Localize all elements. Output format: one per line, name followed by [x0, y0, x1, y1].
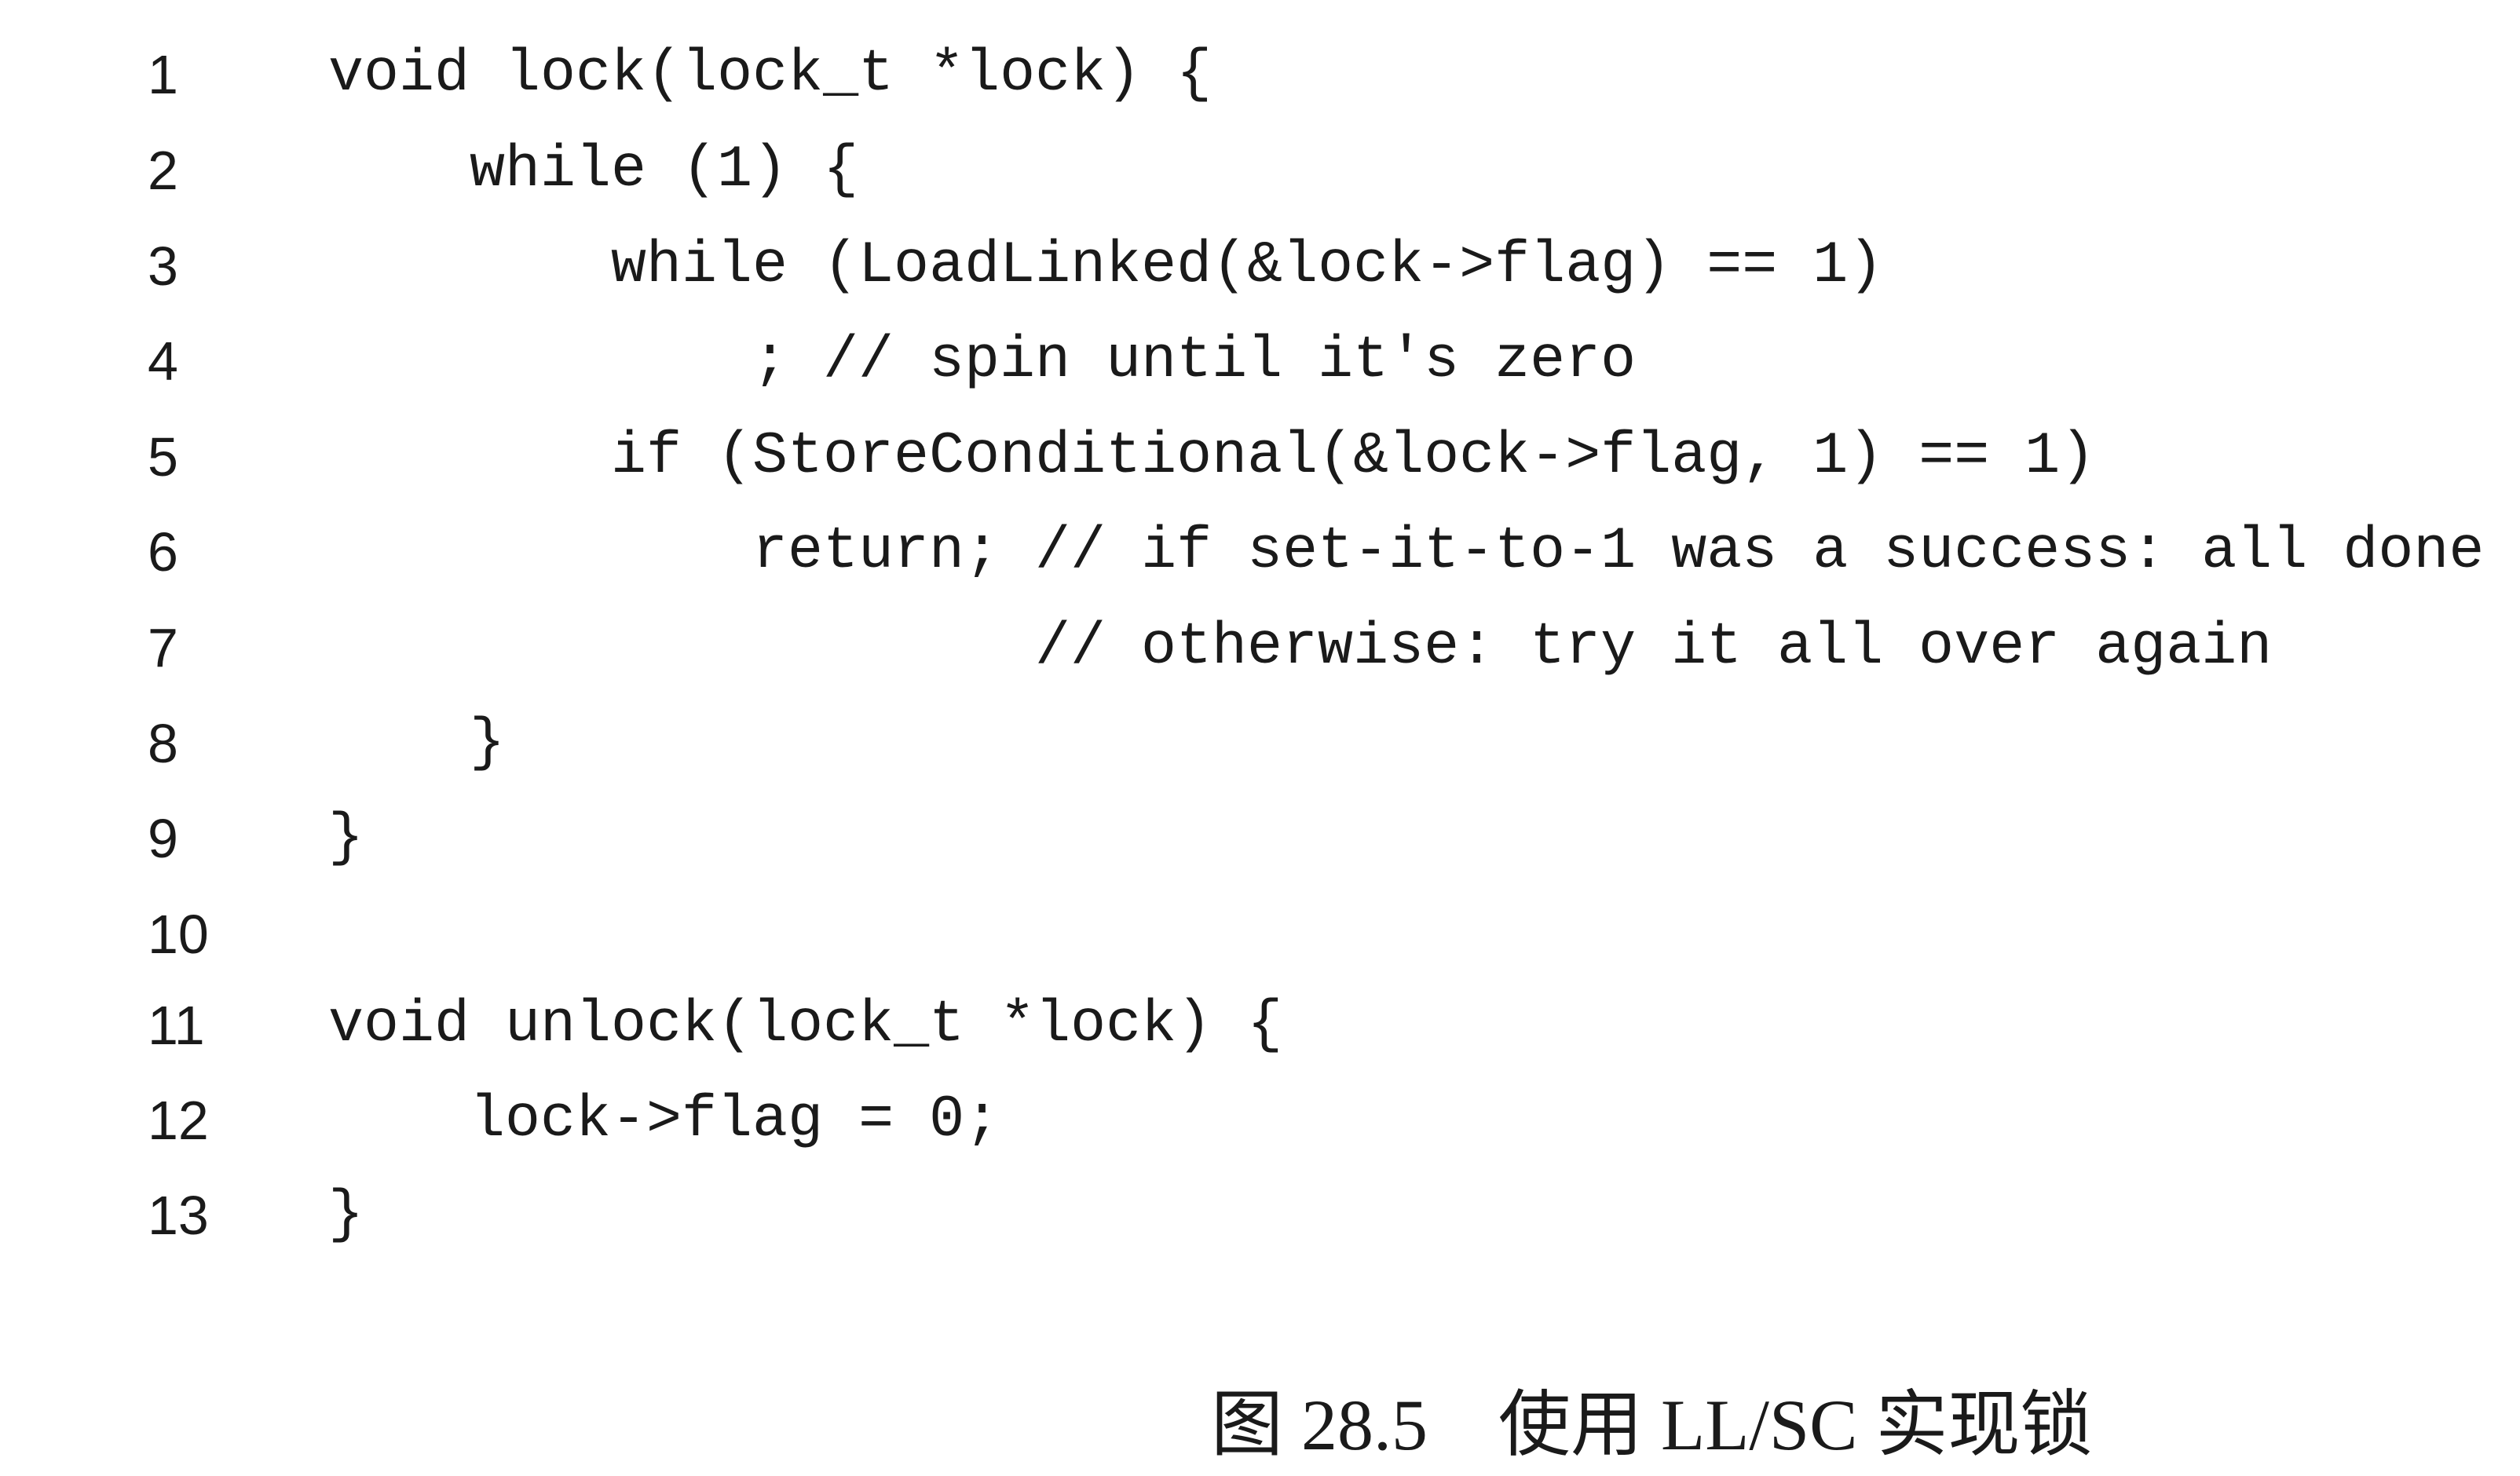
- line-code: }: [328, 805, 364, 871]
- figure-caption: 图 28.5 使用 LL/SC 实现锁: [1175, 1272, 2093, 1465]
- line-number: 2: [148, 140, 178, 201]
- line-code: lock->flag = 0;: [470, 1087, 1000, 1153]
- code-line: 10: [0, 891, 2520, 977]
- line-code: }: [470, 710, 506, 776]
- code-line: 13 }: [0, 1172, 2520, 1259]
- code-line: 11 void unlock(lock_t *lock) {: [0, 982, 2520, 1069]
- line-number: 3: [148, 236, 178, 297]
- figure-title: 使用 LL/SC 实现锁: [1498, 1385, 2093, 1465]
- code-line: 6 return; // if set-it-to-1 was a succes…: [0, 509, 2520, 595]
- code-line: 9 }: [0, 795, 2520, 882]
- line-number: 11: [148, 995, 205, 1056]
- line-code: ; // spin until it's zero: [752, 327, 1637, 394]
- line-code: // otherwise: try it all over again: [1035, 614, 2273, 681]
- line-code: while (LoadLinked(&lock->flag) == 1): [611, 232, 1884, 299]
- line-number: 5: [148, 426, 178, 488]
- line-code: void unlock(lock_t *lock) {: [328, 992, 1283, 1058]
- line-number: 7: [148, 617, 178, 678]
- figure-label: 图 28.5: [1211, 1385, 1428, 1465]
- code-line: 1 void lock(lock_t *lock) {: [0, 31, 2520, 118]
- code-line: 2 while (1) {: [0, 127, 2520, 214]
- line-number: 6: [148, 521, 178, 583]
- line-number: 12: [148, 1090, 209, 1151]
- line-code: if (StoreConditional(&lock->flag, 1) == …: [611, 423, 2096, 490]
- code-line: 3 while (LoadLinked(&lock->flag) == 1): [0, 223, 2520, 309]
- code-line: 8 }: [0, 700, 2520, 787]
- line-code: void lock(lock_t *lock) {: [328, 41, 1212, 108]
- code-line: 5 if (StoreConditional(&lock->flag, 1) =…: [0, 414, 2520, 500]
- line-number: 10: [148, 904, 209, 965]
- line-code: while (1) {: [470, 137, 859, 203]
- line-code: return; // if set-it-to-1 was a success:…: [752, 518, 2485, 585]
- line-number: 8: [148, 713, 178, 774]
- line-number: 13: [148, 1185, 209, 1246]
- line-code: }: [328, 1182, 364, 1248]
- line-number: 1: [148, 44, 178, 105]
- line-number: 4: [148, 331, 178, 392]
- code-listing: 1 void lock(lock_t *lock) { 2 while (1) …: [0, 0, 2520, 1256]
- code-line: 4 ; // spin until it's zero: [0, 318, 2520, 404]
- line-number: 9: [148, 808, 178, 869]
- code-line: 7 // otherwise: try it all over again: [0, 605, 2520, 691]
- code-line: 12 lock->flag = 0;: [0, 1077, 2520, 1164]
